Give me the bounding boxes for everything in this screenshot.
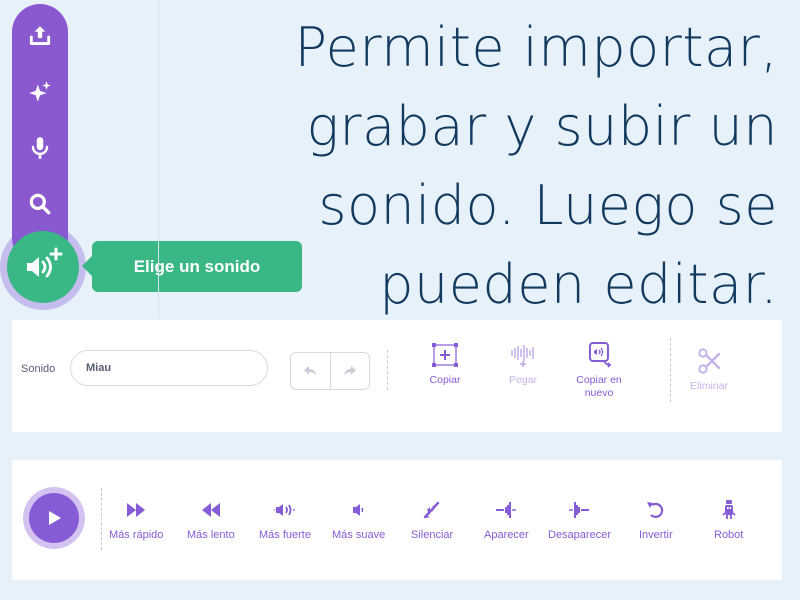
tool-label: Eliminar — [690, 380, 728, 392]
upload-icon — [29, 26, 51, 45]
surprise-button[interactable] — [12, 72, 68, 112]
heading-line: grabar y subir un — [306, 95, 778, 158]
copy-icon — [432, 343, 458, 367]
copy-to-new-icon — [589, 342, 612, 368]
effect-reverse[interactable]: Invertir — [639, 500, 673, 541]
effect-robot[interactable]: Robot — [714, 500, 743, 541]
redo-button[interactable] — [329, 353, 370, 389]
effects-separator — [101, 488, 102, 550]
effect-faster[interactable]: Más rápido — [109, 500, 163, 541]
search-sound-button[interactable] — [12, 184, 68, 224]
paste-icon — [511, 345, 534, 367]
reverse-icon — [646, 502, 663, 518]
fade-in-icon — [496, 502, 517, 518]
add-sound-icon — [27, 247, 63, 278]
effect-label: Robot — [714, 529, 744, 541]
tool-label: Copiar — [429, 374, 461, 386]
search-icon — [29, 193, 51, 215]
effect-mute[interactable]: Silenciar — [411, 500, 453, 541]
effect-label: Más lento — [187, 529, 235, 541]
effect-louder[interactable]: Más fuerte — [259, 500, 311, 541]
sound-editor-toolbar: Sonido Miau Copiar Pegar Copiar en nuevo… — [12, 320, 782, 432]
tool-label: Pegar — [508, 374, 538, 386]
sound-name-label: Sonido — [21, 363, 56, 375]
redo-icon — [343, 366, 356, 375]
sound-name-input[interactable]: Miau — [70, 350, 268, 386]
copy-to-new-button[interactable]: Copiar en nuevo — [564, 342, 634, 400]
effect-softer[interactable]: Más suave — [332, 500, 385, 541]
sound-effects-panel: Más rápido Más lento Más fuerte Más suav… — [12, 460, 782, 580]
effect-label: Desaparecer — [548, 529, 611, 541]
effect-fade-in[interactable]: Aparecer — [484, 500, 529, 541]
fade-out-icon — [569, 502, 590, 518]
toolbar-separator — [670, 338, 671, 402]
choose-sound-button[interactable] — [0, 224, 86, 310]
robot-icon — [722, 500, 736, 519]
faster-icon — [127, 503, 146, 517]
play-icon — [49, 511, 61, 525]
tool-label: Copiar en nuevo — [576, 374, 622, 399]
softer-icon — [352, 504, 363, 516]
effect-label: Invertir — [639, 529, 673, 541]
effect-fade-out[interactable]: Desaparecer — [548, 500, 611, 541]
record-button[interactable] — [12, 128, 68, 168]
undo-icon — [304, 366, 317, 375]
heading-line: Permite importar, — [294, 16, 778, 79]
slide-heading: Permite importar, grabar y subir un soni… — [218, 8, 778, 324]
toolbar-separator — [387, 350, 388, 390]
effect-label: Más suave — [332, 529, 386, 541]
slower-icon — [201, 503, 220, 517]
divider — [158, 0, 159, 318]
heading-line: sonido. Luego se — [318, 174, 778, 237]
upload-sound-button[interactable] — [12, 16, 68, 56]
mute-icon — [423, 501, 440, 519]
heading-line: pueden editar. — [379, 253, 778, 316]
effect-label: Silenciar — [411, 529, 454, 541]
copy-button[interactable]: Copiar — [420, 342, 470, 387]
effect-slower[interactable]: Más lento — [187, 500, 235, 541]
louder-icon — [273, 504, 295, 516]
microphone-icon — [31, 137, 49, 160]
surprise-sparkle-icon — [29, 81, 51, 102]
scissors-icon — [698, 348, 721, 374]
paste-button[interactable]: Pegar — [498, 342, 548, 387]
undo-redo-group — [290, 352, 370, 390]
delete-button[interactable]: Eliminar — [683, 348, 735, 393]
undo-button[interactable] — [291, 353, 330, 389]
play-button[interactable] — [23, 487, 85, 549]
effect-label: Más rápido — [109, 529, 164, 541]
effect-label: Más fuerte — [259, 529, 311, 541]
effect-label: Aparecer — [484, 529, 529, 541]
